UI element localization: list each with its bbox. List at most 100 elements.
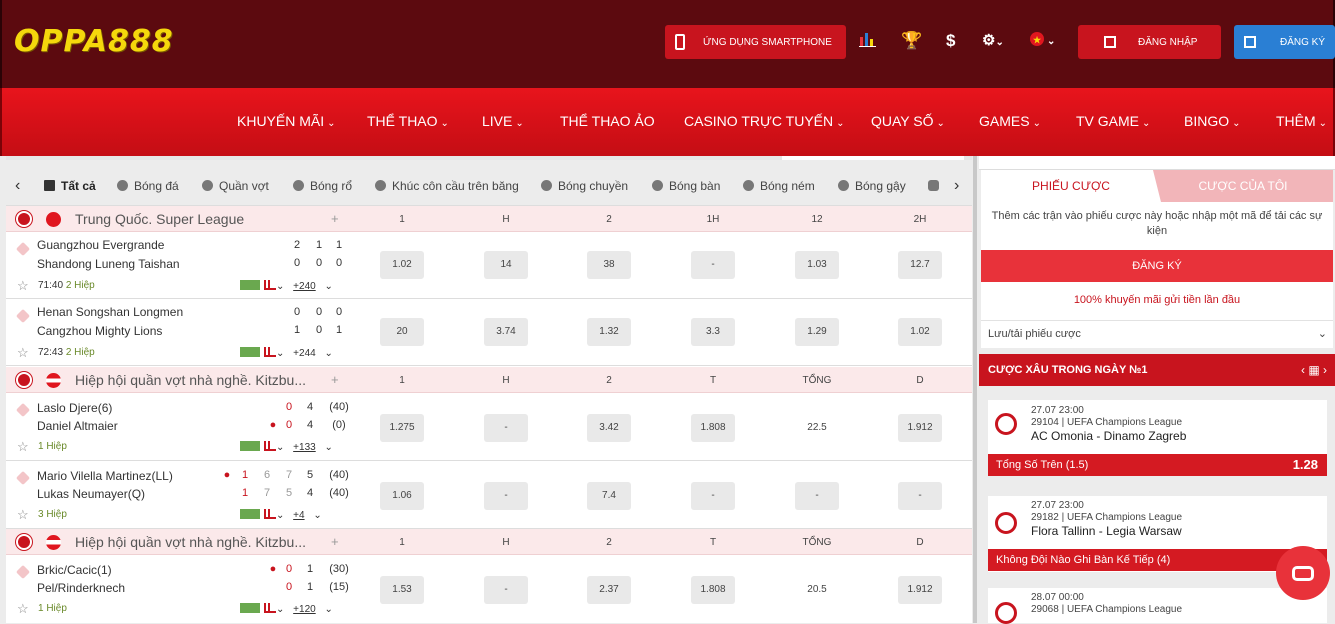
field-icon[interactable] [240, 603, 260, 613]
odd-button[interactable]: 3.3 [691, 318, 735, 346]
match-row[interactable]: Henan Songshan Longmen Cangzhou Mighty L… [6, 299, 972, 366]
odd-button[interactable]: 20.5 [795, 576, 839, 604]
field-icon[interactable] [240, 347, 260, 357]
odd-button[interactable]: 1.808 [691, 414, 735, 442]
chevron-right-icon[interactable]: › [1323, 363, 1327, 377]
nav-lottery[interactable]: QUAY SỐ ⌄ [871, 113, 945, 129]
odd-button[interactable]: 14 [484, 251, 528, 279]
odd-button[interactable]: 1.02 [380, 251, 424, 279]
odd-button[interactable]: 1.03 [795, 251, 839, 279]
pin-icon[interactable] [15, 241, 31, 257]
betslip-register-button[interactable]: ĐĂNG KÝ [981, 250, 1333, 282]
gamepad-icon[interactable] [928, 179, 945, 193]
match-row[interactable]: Mario Vilella Martinez(LL) Lukas Neumaye… [6, 461, 972, 529]
tab-my-bets[interactable]: CƯỢC CỦA TÔI [1153, 170, 1333, 202]
odd-button[interactable]: 22.5 [795, 414, 839, 442]
odd-button[interactable]: - [795, 482, 839, 510]
sport-tab-all[interactable]: Tất cả [44, 179, 96, 193]
login-button[interactable]: ĐĂNG NHẬP [1078, 25, 1221, 59]
scrollbar[interactable] [973, 156, 977, 623]
save-load-betslip[interactable]: Lưu/tải phiếu cược ⌄ [981, 320, 1333, 348]
accumulator-card[interactable]: 28.07 00:00 29068 | UEFA Champions Leagu… [988, 588, 1327, 624]
stats-icon[interactable] [264, 603, 276, 613]
more-bets-link[interactable]: +4 [293, 510, 304, 521]
sport-tab-volleyball[interactable]: Bóng chuyền [541, 179, 628, 193]
add-league-button[interactable]: + [331, 372, 339, 387]
promo-link[interactable]: 100% khuyến mãi gửi tiền lần đầu [981, 294, 1333, 306]
league-header[interactable]: Hiệp hội quần vợt nhà nghề. Kitzbu... + … [6, 529, 972, 555]
sport-tab-football[interactable]: Bóng đá [117, 179, 179, 193]
smartphone-app-button[interactable]: ỨNG DỤNG SMARTPHONE [665, 25, 846, 59]
chart-icon[interactable] [859, 31, 877, 52]
odd-button[interactable]: 1.06 [380, 482, 424, 510]
odd-button[interactable]: 38 [587, 251, 631, 279]
register-button[interactable]: ĐĂNG KÝ [1234, 25, 1335, 59]
nav-games[interactable]: GAMES ⌄ [979, 113, 1041, 129]
more-bets-link[interactable]: +244 [293, 348, 316, 359]
vietnam-flag-icon[interactable]: ★ ⌄ [1029, 31, 1059, 52]
accumulator-card[interactable]: 27.07 23:00 29104 | UEFA Champions Leagu… [988, 400, 1327, 476]
nav-virtual-sports[interactable]: THỂ THAO ẢO [560, 113, 658, 129]
stats-icon[interactable] [264, 280, 276, 290]
accumulator-pick[interactable]: Tổng Số Trên (1.5) 1.28 [988, 454, 1327, 476]
calendar-icon[interactable]: ▦ [1308, 363, 1319, 377]
stats-icon[interactable] [264, 441, 276, 451]
sport-tab-table-tennis[interactable]: Bóng bàn [652, 179, 720, 193]
odd-button[interactable]: 1.32 [587, 318, 631, 346]
stats-icon[interactable] [264, 509, 276, 519]
add-league-button[interactable]: + [331, 211, 339, 226]
odd-button[interactable]: - [691, 251, 735, 279]
nav-promotions[interactable]: KHUYẾN MÃI ⌄ [237, 113, 336, 129]
chevron-right-icon[interactable]: › [954, 177, 959, 195]
star-icon[interactable]: ☆ [17, 345, 29, 361]
league-header[interactable]: Trung Quốc. Super League + 1 H 2 1H 12 2… [6, 206, 972, 232]
odd-button[interactable]: 12.7 [898, 251, 942, 279]
tab-betslip[interactable]: PHIẾU CƯỢC [981, 170, 1161, 202]
league-header[interactable]: Hiệp hội quần vợt nhà nghề. Kitzbu... + … [6, 367, 972, 393]
odd-button[interactable]: - [484, 576, 528, 604]
more-bets-link[interactable]: +133 [293, 442, 316, 453]
chevron-left-icon[interactable]: ‹ [15, 177, 20, 195]
gear-icon[interactable]: ⚙⌄ [982, 31, 1004, 53]
pin-icon[interactable] [15, 402, 31, 418]
odd-button[interactable]: 2.37 [587, 576, 631, 604]
add-league-button[interactable]: + [331, 534, 339, 549]
nav-sports[interactable]: THỂ THAO ⌄ [367, 113, 449, 129]
more-bets-link[interactable]: +120 [293, 604, 316, 615]
odd-button[interactable]: - [898, 482, 942, 510]
match-row[interactable]: Laslo Djere(6) Daniel Altmaier ● 0 4 (40… [6, 393, 972, 461]
pin-icon[interactable] [15, 470, 31, 486]
accumulator-card[interactable]: 27.07 23:00 29182 | UEFA Champions Leagu… [988, 496, 1327, 572]
nav-bingo[interactable]: BINGO ⌄ [1184, 113, 1241, 129]
star-icon[interactable]: ☆ [17, 507, 29, 523]
odd-button[interactable]: - [484, 482, 528, 510]
star-icon[interactable]: ☆ [17, 439, 29, 455]
odd-button[interactable]: 1.02 [898, 318, 942, 346]
trophy-icon[interactable]: 🏆 [901, 31, 922, 51]
odd-button[interactable]: - [691, 482, 735, 510]
nav-casino[interactable]: CASINO TRỰC TUYẾN ⌄ [684, 113, 845, 129]
odd-button[interactable]: 3.42 [587, 414, 631, 442]
odd-button[interactable]: 1.808 [691, 576, 735, 604]
pin-icon[interactable] [15, 564, 31, 580]
stats-icon[interactable] [264, 347, 276, 357]
odd-button[interactable]: 3.74 [484, 318, 528, 346]
odd-button[interactable]: - [484, 414, 528, 442]
pin-icon[interactable] [15, 308, 31, 324]
field-icon[interactable] [240, 280, 260, 290]
logo[interactable]: OPPA888 [14, 24, 174, 59]
odd-button[interactable]: 1.53 [380, 576, 424, 604]
odd-button[interactable]: 1.29 [795, 318, 839, 346]
more-bets-link[interactable]: +240 [293, 281, 316, 292]
nav-tv-game[interactable]: TV GAME ⌄ [1076, 113, 1150, 129]
sport-tab-handball[interactable]: Bóng ném [743, 179, 815, 193]
dollar-icon[interactable]: $ [946, 31, 955, 51]
sport-tab-tennis[interactable]: Quần vợt [202, 179, 269, 193]
field-icon[interactable] [240, 441, 260, 451]
star-icon[interactable]: ☆ [17, 601, 29, 617]
odd-button[interactable]: 1.912 [898, 576, 942, 604]
sport-tab-baseball[interactable]: Bóng gậy [838, 179, 906, 193]
nav-live[interactable]: LIVE ⌄ [482, 113, 524, 129]
star-icon[interactable]: ☆ [17, 278, 29, 294]
nav-more[interactable]: THÊM ⌄ [1276, 113, 1327, 129]
